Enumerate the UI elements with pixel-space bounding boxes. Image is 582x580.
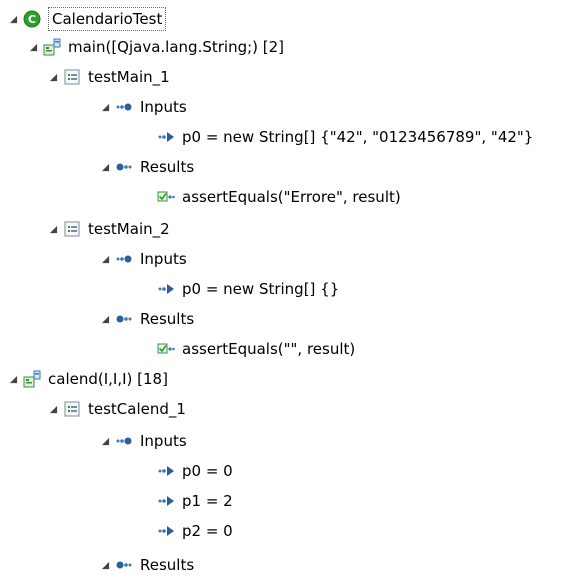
tree-node-results[interactable]: Results (96, 304, 194, 334)
tree-node-assert[interactable]: assertEquals("Errore", result) (138, 182, 401, 212)
svg-text:C: C (28, 13, 36, 26)
tree-node-input-value[interactable]: p2 = 0 (138, 516, 233, 546)
expand-toggle-icon[interactable] (96, 244, 114, 274)
tree-node-input-value[interactable]: p0 = 0 (138, 456, 233, 486)
tree-node-label: p0 = new String[] {"42", "0123456789", "… (182, 128, 534, 146)
expand-toggle-icon[interactable] (44, 394, 62, 424)
input-value-icon (156, 461, 176, 481)
tree-node-label: testMain_2 (88, 220, 170, 238)
expand-toggle-icon[interactable] (4, 4, 22, 34)
expand-toggle-icon[interactable] (96, 152, 114, 182)
tree-node-method-main[interactable]: main([Qjava.lang.String;) [2] (24, 32, 284, 62)
test-case-icon (62, 219, 82, 239)
tree-node-label: CalendarioTest (48, 7, 167, 31)
tree-node-label: main([Qjava.lang.String;) [2] (68, 38, 285, 56)
input-value-icon (156, 521, 176, 541)
expand-toggle-icon[interactable] (44, 62, 62, 92)
class-icon: C (22, 9, 42, 29)
tree-node-input-value[interactable]: p0 = new String[] {} (138, 274, 339, 304)
tree-node-results[interactable]: Results (96, 152, 194, 182)
tree-node-label: Inputs (140, 98, 187, 116)
inputs-icon (114, 431, 134, 451)
tree-node-label: testMain_1 (88, 68, 170, 86)
expand-toggle-icon[interactable] (96, 304, 114, 334)
expand-toggle-icon[interactable] (24, 32, 42, 62)
tree-node-method-calend[interactable]: calend(I,I,I) [18] (4, 364, 168, 394)
tree-node-test-case[interactable]: testMain_2 (44, 214, 170, 244)
tree-node-label: Inputs (140, 432, 187, 450)
tree-node-inputs[interactable]: Inputs (96, 244, 187, 274)
assert-icon (156, 339, 176, 359)
tree-node-label: assertEquals("", result) (182, 340, 356, 358)
tree-node-label: p0 = 0 (182, 462, 233, 480)
tree-node-root[interactable]: C CalendarioTest (4, 4, 167, 34)
test-tree: C CalendarioTest main([Qjava.lang.String… (0, 0, 582, 574)
method-suite-icon (22, 369, 42, 389)
results-icon (114, 309, 134, 329)
expand-toggle-icon[interactable] (4, 364, 22, 394)
tree-node-input-value[interactable]: p1 = 2 (138, 486, 233, 516)
results-icon (114, 555, 134, 575)
tree-node-label: Results (140, 158, 195, 176)
tree-node-label: Results (140, 310, 195, 328)
tree-node-label: assertEquals("Errore", result) (182, 188, 401, 206)
tree-node-inputs[interactable]: Inputs (96, 92, 187, 122)
input-value-icon (156, 279, 176, 299)
expand-toggle-icon[interactable] (96, 550, 114, 580)
expand-toggle-icon[interactable] (96, 426, 114, 456)
test-case-icon (62, 67, 82, 87)
tree-node-assert[interactable]: assertEquals("", result) (138, 334, 355, 364)
tree-node-label: p0 = new String[] {} (182, 280, 340, 298)
tree-node-label: calend(I,I,I) [18] (48, 370, 168, 388)
tree-node-inputs[interactable]: Inputs (96, 426, 187, 456)
tree-node-label: p2 = 0 (182, 522, 233, 540)
inputs-icon (114, 97, 134, 117)
tree-node-label: Results (140, 556, 195, 574)
assert-icon (156, 187, 176, 207)
tree-node-results[interactable]: Results (96, 550, 194, 580)
expand-toggle-icon[interactable] (44, 214, 62, 244)
expand-toggle-icon[interactable] (96, 92, 114, 122)
tree-node-input-value[interactable]: p0 = new String[] {"42", "0123456789", "… (138, 122, 533, 152)
inputs-icon (114, 249, 134, 269)
test-case-icon (62, 399, 82, 419)
input-value-icon (156, 491, 176, 511)
tree-node-test-case[interactable]: testMain_1 (44, 62, 170, 92)
tree-node-label: p1 = 2 (182, 492, 233, 510)
tree-node-label: testCalend_1 (88, 400, 186, 418)
tree-node-test-case[interactable]: testCalend_1 (44, 394, 186, 424)
results-icon (114, 157, 134, 177)
tree-node-label: Inputs (140, 250, 187, 268)
method-suite-icon (42, 37, 62, 57)
input-value-icon (156, 127, 176, 147)
